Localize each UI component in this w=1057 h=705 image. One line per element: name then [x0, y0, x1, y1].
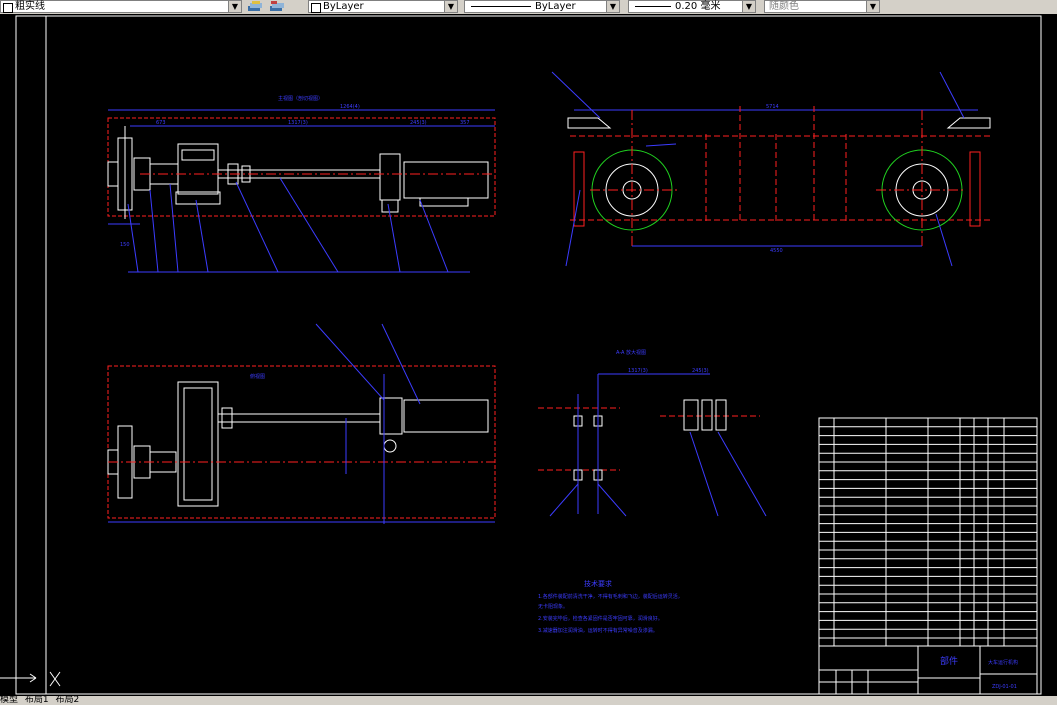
- color-label: ByLayer: [323, 1, 364, 12]
- title-code: ZDJ-01-01: [992, 684, 1017, 690]
- chevron-down-icon[interactable]: ▼: [866, 1, 879, 12]
- view2-title: 俯视图: [250, 373, 265, 380]
- color-combo[interactable]: ByLayer ▼: [308, 0, 458, 13]
- title-drawing: 大车运行机构: [988, 659, 1018, 666]
- linetype-layer-label: 粗实线: [15, 1, 45, 12]
- dim-right-bottom: 4550: [770, 248, 783, 254]
- dim-d4: 357: [460, 120, 470, 126]
- note-3: 3.减速器加注润滑油，运转时不得有异常噪音及渗漏。: [538, 627, 658, 634]
- note-1b: 无卡阻现象。: [538, 603, 568, 610]
- color-swatch: [311, 3, 321, 13]
- chevron-down-icon[interactable]: ▼: [742, 1, 755, 12]
- dim-left: 150: [120, 242, 130, 248]
- tab-layout2[interactable]: 布局2: [56, 696, 80, 705]
- detail-dim2: 245(3): [692, 368, 709, 374]
- dim-total: 1264(4): [340, 104, 360, 110]
- linetype-sample: [471, 6, 531, 7]
- chevron-down-icon[interactable]: ▼: [444, 1, 457, 12]
- dim-d1: 673: [156, 120, 166, 126]
- tab-model[interactable]: 模型: [0, 696, 18, 705]
- linetype-label: ByLayer: [535, 1, 576, 12]
- cad-drawing: 主视图（剖切视图） 1264(4) 673 1317(3) 245(3) 357…: [0, 15, 1042, 695]
- title-name: 部件: [940, 655, 958, 667]
- drawing-canvas[interactable]: 主视图（剖切视图） 1264(4) 673 1317(3) 245(3) 357…: [0, 14, 1057, 696]
- dim-right-total: 5714: [766, 104, 779, 110]
- view1-title: 主视图（剖切视图）: [278, 95, 323, 102]
- layer-states-icon[interactable]: [246, 0, 264, 13]
- lineweight-label: 0.20 毫米: [675, 1, 721, 12]
- note-2: 2.安装完毕后，检查各紧固件是否牢固可靠，润滑良好。: [538, 615, 663, 622]
- detail-title: A-A 放大视图: [616, 349, 646, 356]
- plotstyle-combo[interactable]: 随颜色 ▼: [764, 0, 880, 13]
- chevron-down-icon[interactable]: ▼: [606, 1, 619, 12]
- linetype-combo[interactable]: ByLayer ▼: [464, 0, 620, 13]
- notes-title: 技术要求: [584, 579, 612, 588]
- layout-tabs: 模型 布局1 布局2: [0, 696, 1057, 705]
- top-view: [107, 323, 496, 524]
- note-1: 1.各部件装配前清洗干净，不得有毛刺和飞边，装配后运转灵活，: [538, 593, 683, 600]
- ucs-icon: [0, 671, 61, 687]
- dim-d2: 1317(3): [288, 120, 308, 126]
- tab-layout1[interactable]: 布局1: [25, 696, 49, 705]
- side-view: [551, 71, 991, 267]
- lineweight-sample: [635, 6, 671, 7]
- plotstyle-label: 随颜色: [769, 1, 799, 12]
- chevron-down-icon[interactable]: ▼: [228, 1, 241, 12]
- lineweight-combo[interactable]: 0.20 毫米 ▼: [628, 0, 756, 13]
- detail-dim1: 1317(3): [628, 368, 648, 374]
- front-view: [107, 109, 496, 273]
- dim-d3: 245(3): [410, 120, 427, 126]
- linetype-layer-combo[interactable]: 粗实线 ▼: [0, 0, 242, 13]
- layer-swatch: [3, 3, 13, 13]
- properties-toolbar: 粗实线 ▼ ByLayer ▼ ByLayer ▼ 0.20 毫米 ▼ 随颜色 …: [0, 0, 1057, 15]
- detail-view: [538, 373, 767, 517]
- layer-previous-icon[interactable]: [268, 0, 286, 13]
